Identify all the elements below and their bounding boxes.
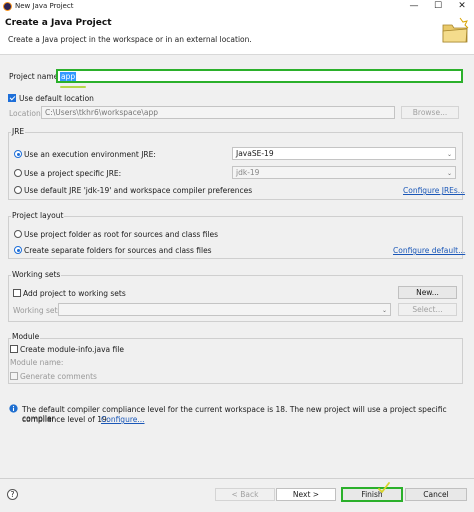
compliance-info-text-2: compliance level of 19. (22, 415, 110, 424)
annotation-underline (60, 86, 86, 88)
window-title: New Java Project (15, 2, 74, 10)
location-label: Location: (9, 109, 44, 118)
working-sets-title: Working sets (11, 270, 62, 279)
default-jre-label: Use default JRE 'jdk-19' and workspace c… (24, 186, 253, 195)
working-sets-select[interactable]: ⌄ (58, 303, 391, 316)
minimize-icon[interactable]: — (404, 0, 424, 12)
add-to-working-sets-checkbox[interactable] (13, 289, 21, 297)
select-working-sets-button[interactable]: Select... (398, 303, 457, 316)
finish-button[interactable]: Finish (341, 487, 403, 502)
project-name-label: Project name: (9, 72, 61, 81)
back-button[interactable]: < Back (215, 488, 275, 501)
project-specific-jre-label: Use a project specific JRE: (24, 169, 122, 178)
project-name-input[interactable]: app (56, 69, 463, 83)
location-input[interactable]: C:\Users\tkhr6\workspace\app (41, 106, 395, 119)
chevron-down-icon: ⌄ (381, 307, 387, 314)
project-specific-jre-value: jdk-19 (236, 168, 260, 177)
separate-folders-label: Create separate folders for sources and … (24, 246, 212, 255)
exec-env-radio[interactable] (14, 150, 22, 158)
checkmark-annotation-icon (378, 482, 390, 493)
project-specific-jre-select[interactable]: jdk-19 ⌄ (232, 166, 456, 179)
info-icon (9, 404, 18, 413)
cancel-button[interactable]: Cancel (405, 488, 467, 501)
exec-env-label: Use an execution environment JRE: (24, 150, 156, 159)
exec-env-value: JavaSE-19 (236, 149, 274, 158)
chevron-down-icon: ⌄ (446, 170, 452, 177)
page-title: Create a Java Project (5, 18, 112, 28)
separate-folders-radio[interactable] (14, 246, 22, 254)
create-module-info-label: Create module-info.java file (20, 345, 124, 354)
project-layout-title: Project layout (11, 211, 65, 220)
project-name-value: app (60, 72, 77, 81)
page-description: Create a Java project in the workspace o… (8, 35, 252, 44)
chevron-down-icon: ⌄ (446, 151, 452, 158)
module-title: Module (11, 332, 41, 341)
exec-env-select[interactable]: JavaSE-19 ⌄ (232, 147, 456, 160)
add-to-working-sets-label: Add project to working sets (23, 289, 126, 298)
project-root-radio[interactable] (14, 230, 22, 238)
create-module-info-checkbox[interactable] (10, 345, 18, 353)
next-button[interactable]: Next > (276, 488, 336, 501)
configure-compliance-link[interactable]: Configure... (101, 415, 145, 424)
maximize-icon[interactable]: ☐ (428, 0, 448, 12)
module-name-label: Module name: (10, 358, 64, 367)
project-root-label: Use project folder as root for sources a… (24, 230, 218, 239)
configure-jres-link[interactable]: Configure JREs... (403, 186, 465, 195)
help-icon[interactable]: ? (7, 489, 18, 500)
new-project-folder-icon (442, 17, 469, 43)
use-default-location-label: Use default location (19, 94, 94, 103)
default-jre-radio[interactable] (14, 186, 22, 194)
generate-comments-label: Generate comments (20, 372, 97, 381)
working-sets-label: Working sets: (13, 306, 64, 315)
project-specific-jre-radio[interactable] (14, 169, 22, 177)
eclipse-icon (3, 2, 12, 11)
jre-group-title: JRE (11, 127, 26, 136)
new-working-set-button[interactable]: New... (398, 286, 457, 299)
generate-comments-checkbox[interactable] (10, 372, 18, 380)
close-icon[interactable]: ✕ (452, 0, 472, 12)
configure-default-link[interactable]: Configure default... (393, 246, 465, 255)
browse-button[interactable]: Browse... (401, 106, 459, 119)
use-default-location-checkbox[interactable] (8, 94, 16, 102)
